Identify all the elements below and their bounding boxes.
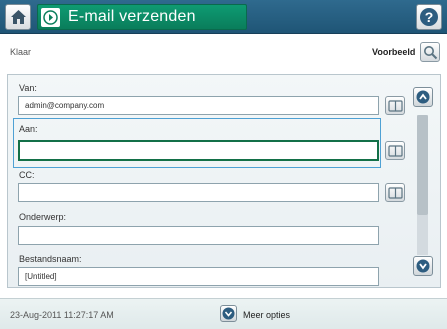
to-address-book-button[interactable] <box>385 141 405 160</box>
cc-field[interactable] <box>18 183 379 202</box>
scroll-up-button[interactable] <box>413 87 433 107</box>
address-book-icon <box>388 145 403 157</box>
from-label: Van: <box>19 83 37 93</box>
page-title: E-mail verzenden <box>68 8 196 25</box>
cc-address-book-button[interactable] <box>385 183 405 202</box>
subject-label: Onderwerp: <box>19 212 67 222</box>
from-field[interactable]: admin@company.com <box>18 96 379 115</box>
chevron-down-icon <box>222 307 235 320</box>
filename-label: Bestandsnaam: <box>19 254 82 264</box>
preview-button[interactable] <box>420 42 440 62</box>
from-address-book-button[interactable] <box>385 96 405 115</box>
more-options-label[interactable]: Meer opties <box>243 310 290 320</box>
bottom-bar: 23-Aug-2011 11:27:17 AM Meer opties <box>0 298 447 329</box>
more-options-button[interactable] <box>220 305 237 322</box>
status-text: Klaar <box>10 47 32 57</box>
title-group: E-mail verzenden <box>37 4 247 30</box>
address-book-icon <box>388 187 403 199</box>
home-icon <box>11 10 26 24</box>
filename-field[interactable]: [Untitled] <box>18 267 379 286</box>
address-book-icon <box>388 100 403 112</box>
subject-field[interactable] <box>18 226 379 245</box>
scroll-down-button[interactable] <box>413 256 433 276</box>
home-button[interactable] <box>5 4 31 30</box>
chevron-down-icon <box>416 259 430 273</box>
to-label: Aan: <box>19 124 38 134</box>
scrollbar-thumb[interactable] <box>417 115 428 215</box>
preview-label: Voorbeeld <box>372 47 416 57</box>
help-button[interactable]: ? <box>416 4 442 30</box>
email-send-icon <box>41 8 60 27</box>
magnifier-icon <box>424 46 438 60</box>
chevron-up-icon <box>416 90 430 104</box>
datetime: 23-Aug-2011 11:27:17 AM <box>10 310 114 320</box>
status-row: Klaar Voorbeeld <box>0 35 447 66</box>
cc-label: CC: <box>19 170 35 180</box>
title-bar: E-mail verzenden ? <box>0 0 447 34</box>
svg-text:?: ? <box>425 9 434 25</box>
help-icon: ? <box>420 8 438 26</box>
to-field[interactable] <box>18 140 379 161</box>
